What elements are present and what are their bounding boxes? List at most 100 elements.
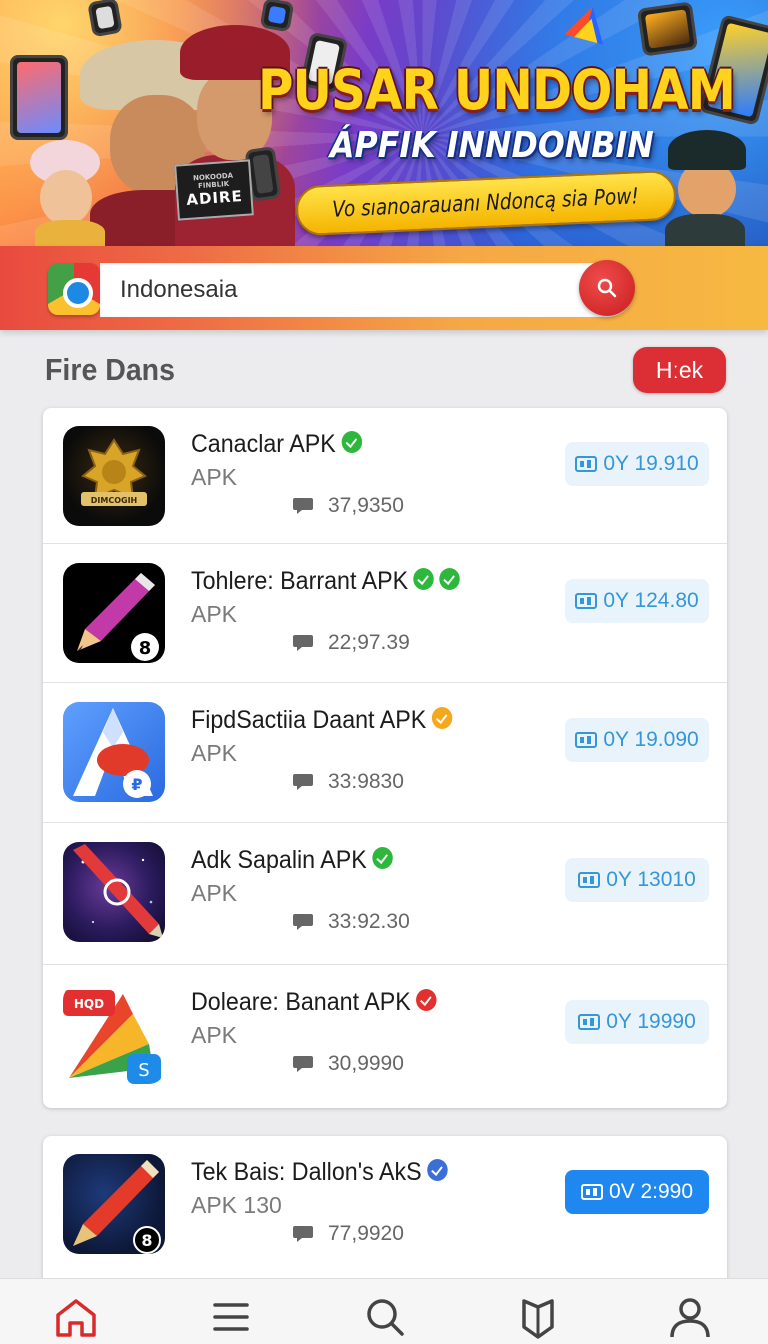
sign-big-text: ADIRE	[185, 187, 244, 209]
app-list-card: DIMCOGIH Canaclar APK APK 37,9350 0Y 19.…	[43, 408, 727, 1108]
divider	[43, 822, 727, 823]
list-item[interactable]: DIMCOGIH Canaclar APK APK 37,9350 0Y 19.…	[43, 408, 727, 548]
app-name: FipdSactiia Daant APK	[191, 706, 453, 735]
verified-badge-icon	[372, 847, 393, 870]
stat-chip[interactable]: 0Y 19990	[565, 1000, 709, 1044]
comment-icon	[293, 914, 313, 930]
app-type: APK 130	[191, 1192, 282, 1218]
search-icon	[367, 1299, 404, 1336]
phone-illustration	[259, 0, 295, 33]
letter-a-icon: ₽	[73, 708, 153, 798]
banner-sign: NOKOODA FINBLIK ADIRE	[174, 159, 254, 221]
app-name: Tek Bais: Dallon's AkS	[191, 1158, 448, 1187]
prism-icon: HQD S	[63, 990, 161, 1084]
app-icon-label: S	[138, 1060, 149, 1081]
chart-icon	[575, 593, 598, 609]
bottom-navigation	[0, 1278, 768, 1344]
phone-illustration	[87, 0, 123, 38]
app-name: Doleare: Banant APK	[191, 988, 437, 1017]
app-icon: ₽	[63, 702, 165, 802]
list-item[interactable]: 8 Tohlere: Barrant APK APK 22;97.39 0Y 1…	[43, 545, 727, 685]
comment-icon	[293, 774, 313, 790]
chart-icon	[578, 1014, 601, 1030]
child-illustration	[30, 140, 110, 248]
app-list-card: 8 Tek Bais: Dallon's AkS APK 130 77,9920…	[43, 1136, 727, 1296]
search-icon	[597, 278, 617, 298]
download-count: 33:92.30	[328, 910, 410, 933]
verified-badge-icon	[413, 568, 435, 591]
list-item[interactable]: Adk Sapalin APK APK 33:92.30 0Y 13010	[43, 824, 727, 964]
stat-chip[interactable]: 0Y 19.090	[565, 718, 709, 762]
comment-icon	[293, 498, 313, 514]
app-icon-label: ₽	[131, 775, 142, 794]
stat-value: 0Y 19990	[606, 1010, 696, 1033]
stat-value: 0Y 19.910	[603, 452, 699, 475]
nav-search[interactable]	[361, 1293, 409, 1341]
app-type: APK	[191, 740, 238, 766]
download-count: 30,9990	[328, 1052, 404, 1075]
verified-badge-icon	[431, 707, 453, 730]
app-icon: HQD S	[63, 984, 165, 1084]
browser-logo-icon	[48, 263, 100, 315]
stat-chip[interactable]: 0Y 19.910	[565, 442, 709, 486]
home-icon	[56, 1299, 96, 1337]
app-icon	[63, 842, 165, 942]
app-icon-label: 8	[139, 638, 152, 659]
search-bar: Indonesaia	[0, 246, 768, 330]
list-item[interactable]: HQD S Doleare: Banant APK APK 30,9990 0Y…	[43, 966, 727, 1106]
nav-profile[interactable]	[666, 1293, 714, 1341]
stat-chip[interactable]: 0Y 124.80	[565, 579, 709, 623]
search-input[interactable]: Indonesaia	[100, 263, 634, 317]
search-input-value: Indonesaia	[120, 276, 238, 303]
comment-icon	[293, 635, 313, 651]
banner-subtitle: ÁPFIK INNDONBIN	[330, 125, 654, 166]
stat-value: 0Y 19.090	[603, 728, 699, 751]
stat-value: 0V 2:990	[608, 1180, 694, 1203]
pencil-icon: 8	[73, 1160, 161, 1254]
nav-menu[interactable]	[207, 1293, 255, 1341]
divider	[43, 682, 727, 683]
download-count: 22;97.39	[328, 631, 410, 654]
stat-chip[interactable]: 0V 2:990	[565, 1170, 709, 1214]
app-icon-label: 8	[141, 1231, 152, 1250]
app-type: APK	[191, 601, 238, 627]
section-title: Fire Dans	[45, 352, 175, 387]
pencil-icon: 8	[77, 573, 159, 661]
comment-icon	[293, 1226, 313, 1242]
app-type: APK	[191, 464, 238, 490]
app-icon-label: HQD	[74, 997, 104, 1011]
app-name: Adk Sapalin APK	[191, 846, 393, 875]
app-icon-label: DIMCOGIH	[91, 496, 138, 505]
verified-badge-icon	[439, 568, 461, 591]
chart-icon	[575, 732, 598, 748]
list-item[interactable]: ₽ FipdSactiia Daant APK APK 33:9830 0Y 1…	[43, 684, 727, 824]
tablet-illustration	[10, 55, 68, 140]
app-icon: 8	[63, 563, 165, 663]
divider	[43, 543, 727, 544]
app-type: APK	[191, 880, 238, 906]
chart-icon	[580, 1184, 603, 1200]
download-count: 37,9350	[328, 494, 404, 517]
verified-badge-icon	[427, 1159, 448, 1182]
banner-ribbon-text: Vo sıanoarauanı Ndoncą sia Pow!	[332, 183, 640, 223]
stat-value: 0Y 13010	[606, 868, 696, 891]
list-item[interactable]: 8 Tek Bais: Dallon's AkS APK 130 77,9920…	[43, 1136, 727, 1276]
bookmark-icon	[522, 1299, 554, 1339]
nav-home[interactable]	[52, 1293, 100, 1341]
search-button[interactable]	[579, 260, 635, 316]
download-count: 33:9830	[328, 770, 404, 793]
chart-icon	[578, 872, 601, 888]
stat-value: 0Y 124.80	[603, 589, 699, 612]
nav-bookmark[interactable]	[514, 1293, 562, 1341]
app-icon: DIMCOGIH	[63, 426, 165, 526]
divider	[43, 964, 727, 965]
promo-banner[interactable]: NOKOODA FINBLIK ADIRE PUSAR UNDOHAM ÁPFI…	[0, 0, 768, 248]
phone-illustration	[636, 1, 699, 57]
app-icon: 8	[63, 1154, 165, 1254]
stat-chip[interactable]: 0Y 13010	[565, 858, 709, 902]
lion-crest-icon: DIMCOGIH	[81, 438, 147, 506]
banner-title: PUSAR UNDOHAM	[258, 58, 736, 122]
section-action-button[interactable]: Hːek	[633, 347, 726, 393]
verified-badge-icon	[416, 989, 437, 1012]
download-count: 77,9920	[328, 1222, 404, 1245]
